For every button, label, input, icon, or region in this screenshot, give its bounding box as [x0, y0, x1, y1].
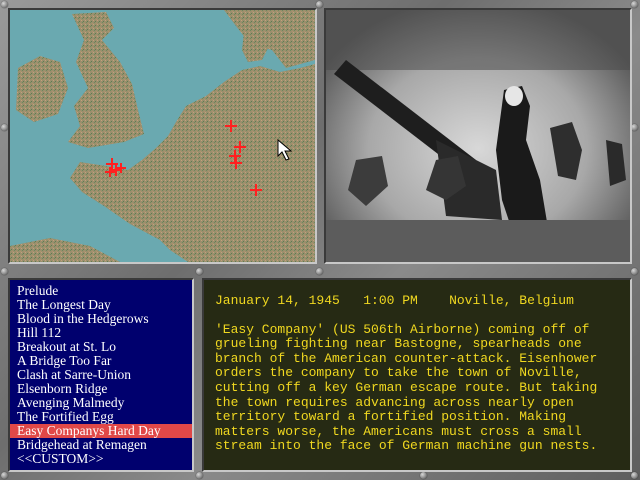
- scenario-item-hill-112[interactable]: Hill 112: [10, 326, 192, 340]
- briefing-text: 'Easy Company' (US 506th Airborne) comin…: [215, 321, 598, 454]
- scenario-briefing: January 14, 1945 1:00 PM Noville, Belgiu…: [202, 278, 632, 472]
- campaign-map[interactable]: [8, 8, 317, 264]
- scenario-photo: [324, 8, 632, 264]
- rivet-icon: [631, 124, 638, 131]
- rivet-icon: [631, 268, 638, 275]
- scenario-item-longest-day[interactable]: The Longest Day: [10, 298, 192, 312]
- rivet-icon: [1, 472, 8, 479]
- europe-map: [10, 10, 315, 262]
- rivet-icon: [316, 268, 323, 275]
- rivet-icon: [316, 1, 323, 8]
- rivet-icon: [631, 472, 638, 479]
- briefing-location: Noville, Belgium: [449, 293, 574, 308]
- artillery-photo: [326, 10, 630, 262]
- scenario-item-avenging-malmedy[interactable]: Avenging Malmedy: [10, 396, 192, 410]
- briefing-date: January 14, 1945: [215, 293, 340, 308]
- rivet-icon: [196, 268, 203, 275]
- rivet-icon: [1, 268, 8, 275]
- scenario-item-custom[interactable]: <<CUSTOM>>: [10, 452, 192, 466]
- rivet-icon: [631, 1, 638, 8]
- scenario-item-remagen[interactable]: Bridgehead at Remagen: [10, 438, 192, 452]
- briefing-time: 1:00 PM: [363, 293, 418, 308]
- scenario-item-blood-hedgerows[interactable]: Blood in the Hedgerows: [10, 312, 192, 326]
- scenario-item-sarre-union[interactable]: Clash at Sarre-Union: [10, 368, 192, 382]
- scenario-list[interactable]: Prelude The Longest Day Blood in the Hed…: [8, 278, 194, 472]
- scenario-item-prelude[interactable]: Prelude: [10, 284, 192, 298]
- rivet-icon: [1, 1, 8, 8]
- scenario-item-easy-company[interactable]: Easy Companys Hard Day: [10, 424, 192, 438]
- scenario-item-elsenborn-ridge[interactable]: Elsenborn Ridge: [10, 382, 192, 396]
- scenario-item-breakout-st-lo[interactable]: Breakout at St. Lo: [10, 340, 192, 354]
- rivet-icon: [1, 124, 8, 131]
- rivet-icon: [196, 472, 203, 479]
- briefing-header: January 14, 1945 1:00 PM Noville, Belgiu…: [215, 293, 620, 309]
- scenario-item-fortified-egg[interactable]: The Fortified Egg: [10, 410, 192, 424]
- scenario-item-bridge-too-far[interactable]: A Bridge Too Far: [10, 354, 192, 368]
- rivet-icon: [420, 472, 427, 479]
